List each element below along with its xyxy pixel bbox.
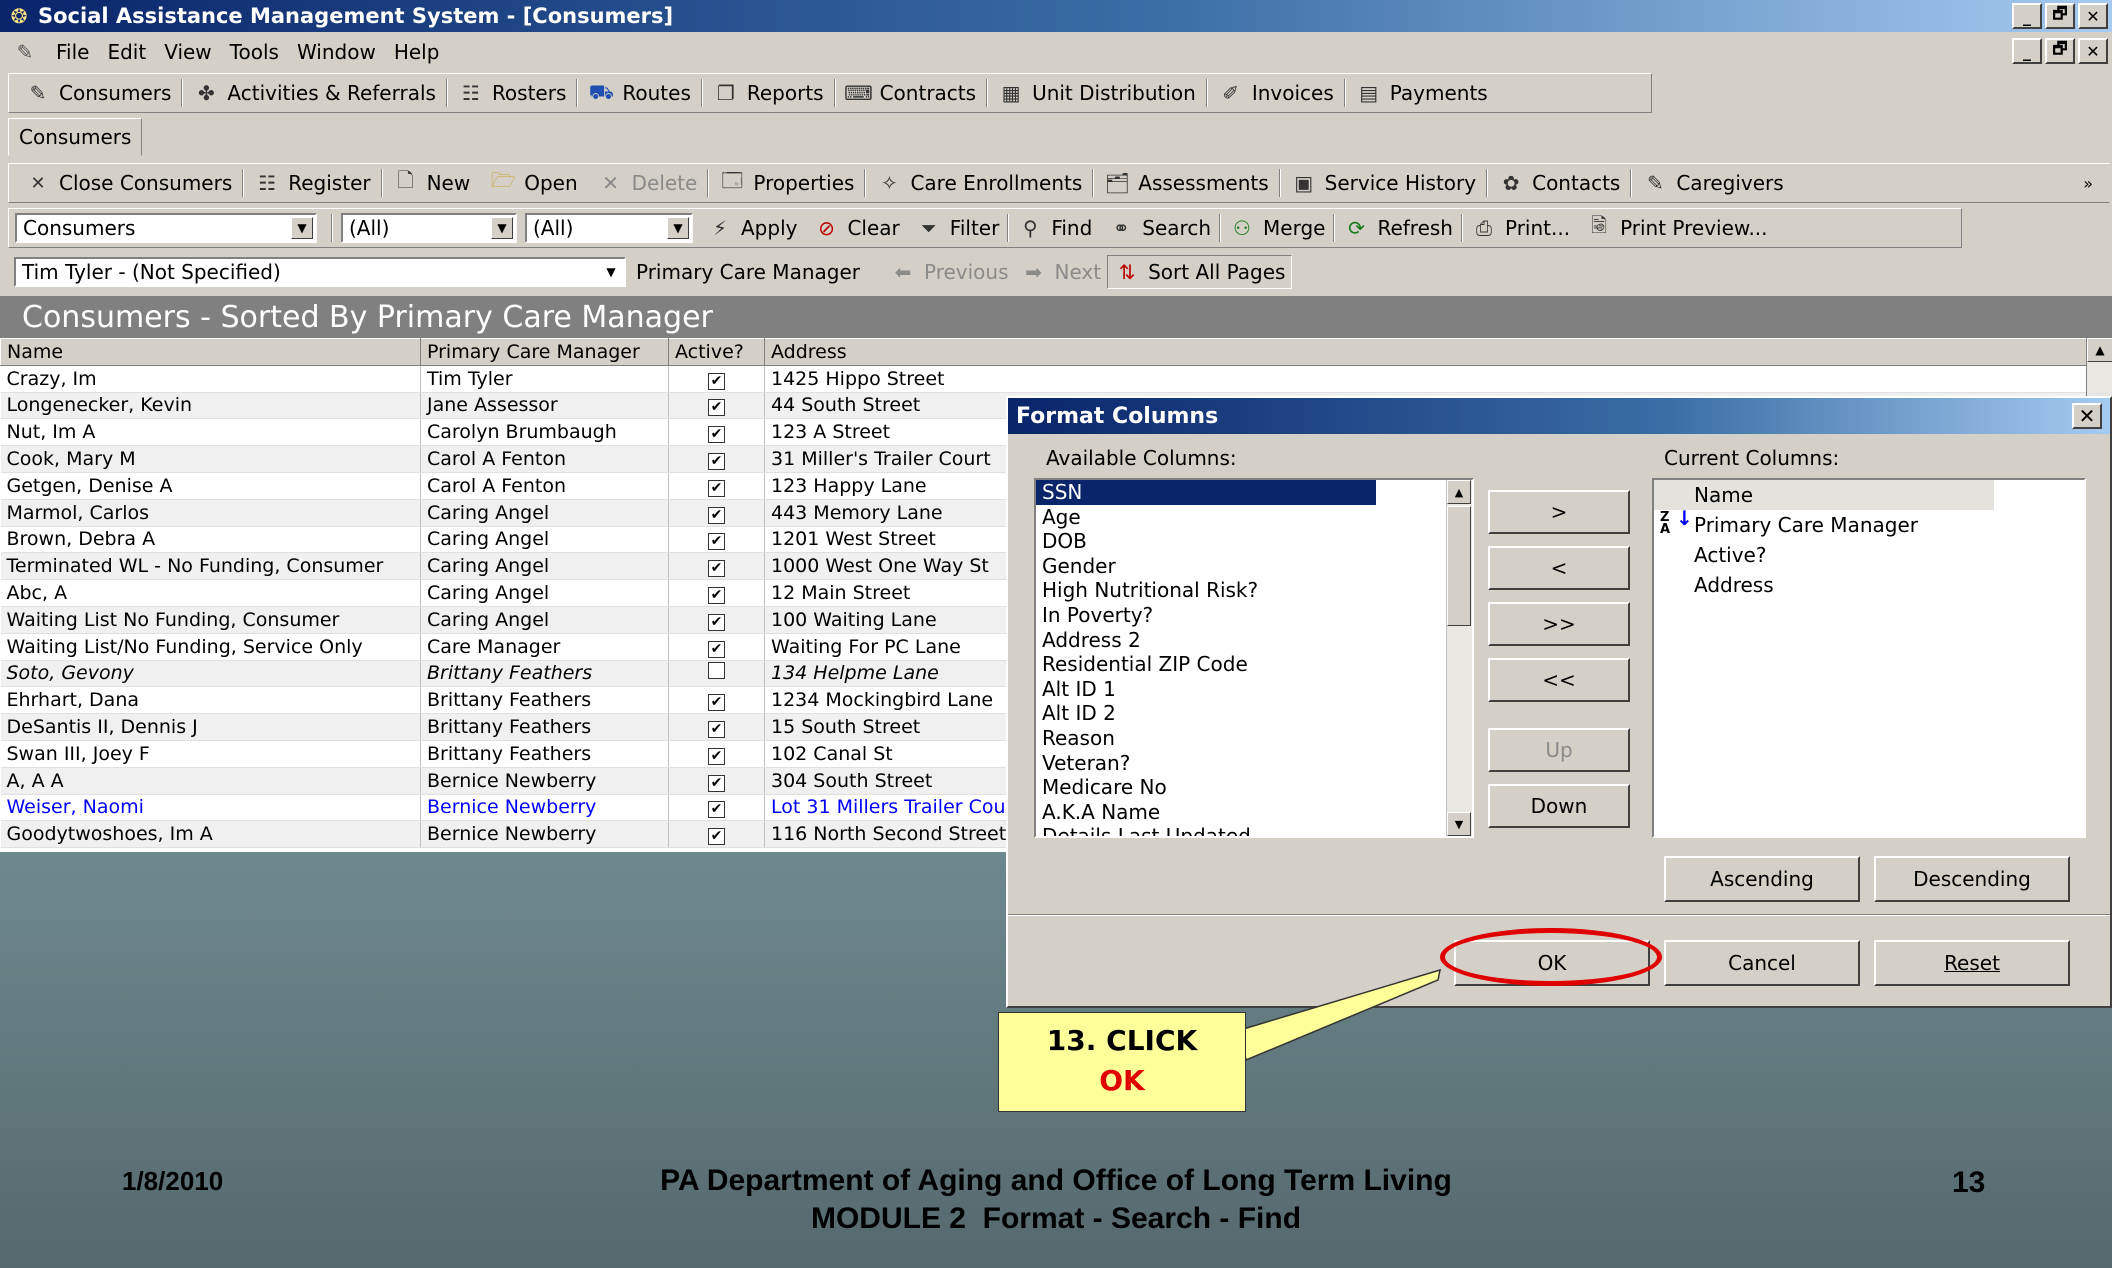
highlight-oval xyxy=(1440,928,1662,986)
footer-module: MODULE 2 Format - Search - Find xyxy=(810,1202,1302,1235)
footer-organization: PA Department of Aging and Office of Lon… xyxy=(660,1164,1452,1197)
callout-step: 13. CLICK xyxy=(1046,1024,1198,1057)
callout-action: OK xyxy=(1099,1064,1145,1097)
footer-page-number: 13 xyxy=(1952,1166,1986,1199)
instruction-callout: 13. CLICK OK xyxy=(998,1012,1246,1112)
